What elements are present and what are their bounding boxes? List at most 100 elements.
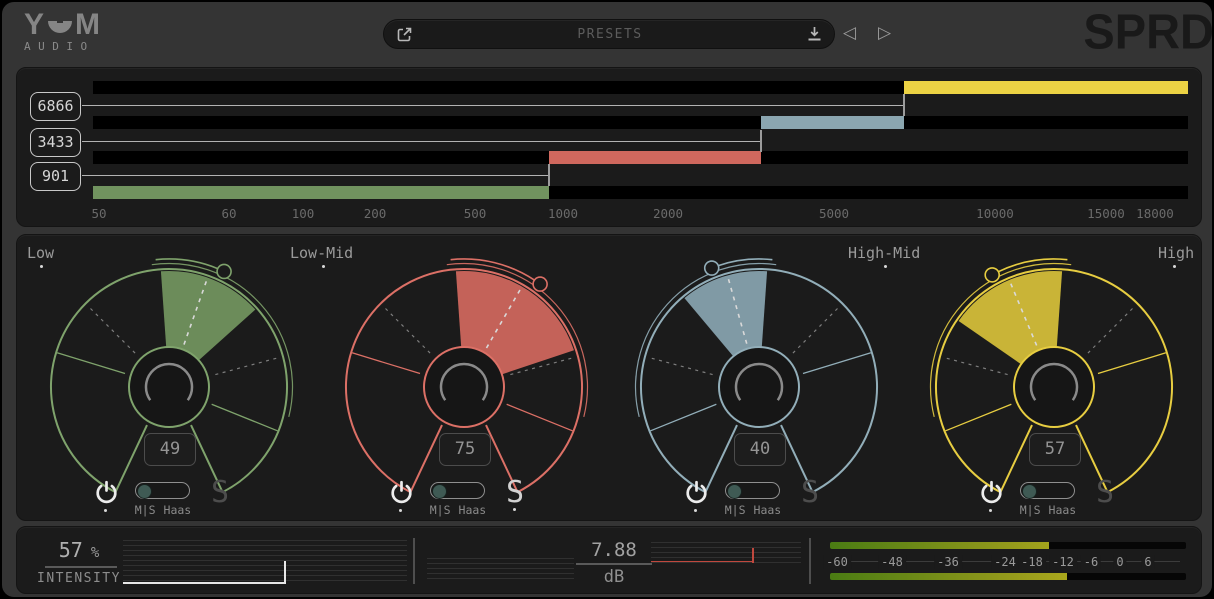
ms-haas-toggle-low[interactable]: [135, 482, 190, 499]
power-icon: [978, 478, 1005, 505]
band-range-high: [904, 81, 1188, 94]
intensity-value: 57: [59, 538, 83, 562]
width-pin-handle[interactable]: [985, 268, 999, 282]
solo-button-low-mid[interactable]: S: [502, 475, 528, 510]
meter-bar-left: [830, 542, 1186, 549]
freq-axis-tick-5000: 5000: [819, 206, 849, 221]
gain-indicator-line: [651, 561, 752, 563]
gauge-range-arm: [507, 404, 573, 431]
meter-tick--60: -60: [823, 555, 851, 569]
gain-indicator-handle[interactable]: [752, 548, 754, 563]
power-indicator-dot: [104, 509, 107, 512]
width-value-box-high-mid[interactable]: 40: [734, 433, 786, 466]
knob[interactable]: [1014, 347, 1094, 427]
preset-prev-button[interactable]: ◁: [843, 23, 856, 43]
freq-axis-tick-2000: 2000: [653, 206, 683, 221]
gauge-range-arm: [651, 404, 717, 431]
spectrum-panel: 6866343390150601002005001000200050001000…: [16, 67, 1202, 227]
crossover-901-line: [82, 175, 549, 177]
toggle-knob[interactable]: [137, 484, 152, 499]
preset-export-icon[interactable]: [396, 26, 413, 43]
solo-button-low[interactable]: S: [207, 475, 233, 510]
crossover-6866-handle[interactable]: [903, 94, 906, 116]
ms-label[interactable]: M|S: [725, 503, 746, 517]
power-icon: [683, 478, 710, 505]
width-value-box-high[interactable]: 57: [1029, 433, 1081, 466]
solo-button-high-mid[interactable]: S: [797, 475, 823, 510]
gauge-range-arm: [57, 353, 125, 374]
output-meter: -60-48-36-24-18-12-606: [830, 539, 1186, 583]
preset-name[interactable]: PRESETS: [413, 27, 807, 42]
solo-button-high[interactable]: S: [1092, 475, 1118, 510]
freq-axis-tick-10000: 10000: [976, 206, 1014, 221]
band-dial-low-mid: 75 M|S Haas S: [316, 235, 612, 522]
width-pin-handle[interactable]: [705, 261, 719, 275]
band-range-low: [93, 186, 549, 199]
toggle-knob[interactable]: [432, 484, 447, 499]
meter-tick--18: -18: [1018, 555, 1046, 569]
intensity-unit: %: [91, 545, 99, 561]
spectrum-track: [93, 116, 1188, 129]
divider: [809, 538, 811, 584]
haas-label[interactable]: Haas: [164, 503, 192, 517]
ms-label[interactable]: M|S: [135, 503, 156, 517]
width-pin-handle[interactable]: [533, 277, 547, 291]
crossover-6866-box[interactable]: 6866: [30, 92, 81, 121]
freq-axis-tick-15000: 15000: [1087, 206, 1125, 221]
ms-label[interactable]: M|S: [430, 503, 451, 517]
divider: [45, 566, 117, 568]
footer-panel: 57% INTENSITY 7.88 dB -60-48-36-24-18-12…: [16, 526, 1202, 594]
divider: [413, 538, 415, 584]
haas-label[interactable]: Haas: [1049, 503, 1077, 517]
band-range-low-mid: [549, 151, 761, 164]
meter-tick--24: -24: [991, 555, 1019, 569]
brand-letter-m: M: [75, 11, 101, 39]
toggle-labels: M|S Haas: [1009, 503, 1087, 517]
plugin-window: Y M AUDIO PRESETS: [2, 2, 1212, 597]
gain-slider-right[interactable]: [651, 542, 801, 566]
freq-axis-tick-1000: 1000: [548, 206, 578, 221]
preset-save-icon[interactable]: [807, 26, 822, 42]
toggle-labels: M|S Haas: [419, 503, 497, 517]
crossover-901-handle[interactable]: [548, 164, 551, 186]
ms-haas-toggle-low-mid[interactable]: [430, 482, 485, 499]
width-value-box-low[interactable]: 49: [144, 433, 196, 466]
crossover-3433-line: [82, 141, 761, 143]
ms-haas-toggle-high-mid[interactable]: [725, 482, 780, 499]
preset-bar[interactable]: PRESETS: [383, 19, 835, 49]
intensity-slider[interactable]: [123, 540, 407, 584]
toggle-knob[interactable]: [1022, 484, 1037, 499]
freq-axis-tick-200: 200: [364, 206, 387, 221]
bowl-icon: [47, 20, 73, 35]
width-pin-handle[interactable]: [217, 264, 231, 278]
meter-tick--48: -48: [878, 555, 906, 569]
toggle-labels: M|S Haas: [714, 503, 792, 517]
haas-label[interactable]: Haas: [459, 503, 487, 517]
crossover-6866-line: [82, 105, 904, 107]
knob[interactable]: [129, 347, 209, 427]
gain-slider-left[interactable]: [427, 558, 574, 581]
gain-unit: dB: [574, 567, 654, 587]
power-indicator-dot: [399, 509, 402, 512]
toggle-knob[interactable]: [727, 484, 742, 499]
freq-axis-tick-60: 60: [221, 206, 236, 221]
ms-label[interactable]: M|S: [1020, 503, 1041, 517]
crossover-901-box[interactable]: 901: [30, 162, 81, 191]
knob[interactable]: [719, 347, 799, 427]
header: Y M AUDIO PRESETS: [2, 2, 1212, 66]
crossover-3433-box[interactable]: 3433: [30, 128, 81, 157]
preset-next-button[interactable]: ▷: [878, 23, 891, 43]
gauge-dashed-mark: [651, 358, 713, 375]
intensity-readout: 57% INTENSITY: [31, 538, 127, 586]
knob[interactable]: [424, 347, 504, 427]
gain-value[interactable]: 7.88: [574, 539, 654, 561]
yum-audio-logo: Y M AUDIO: [24, 11, 101, 53]
gauge-svg-high: [906, 235, 1202, 522]
intensity-indicator-handle[interactable]: [284, 561, 287, 584]
dials-panel: Low49M|SHaasSLow-Mid75M|SHaasSHigh-Mid40…: [16, 234, 1202, 521]
ms-haas-toggle-high[interactable]: [1020, 482, 1075, 499]
haas-label[interactable]: Haas: [754, 503, 782, 517]
crossover-3433-handle[interactable]: [760, 130, 763, 152]
width-value-box-low-mid[interactable]: 75: [439, 433, 491, 466]
freq-axis-tick-50: 50: [91, 206, 106, 221]
